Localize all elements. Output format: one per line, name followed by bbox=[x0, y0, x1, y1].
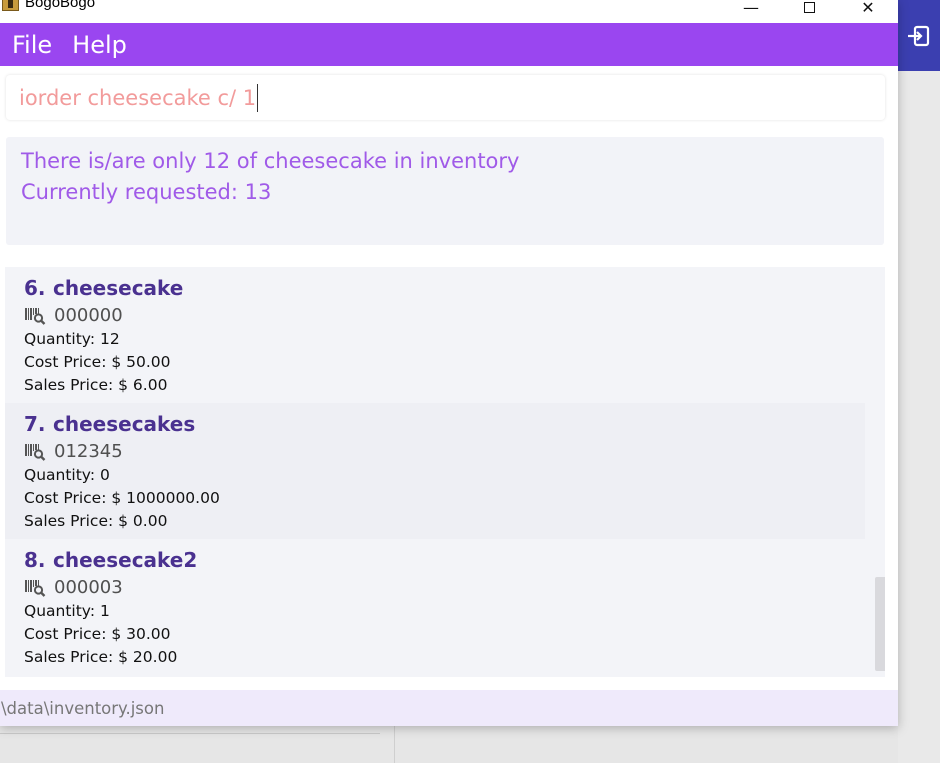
background-desktop bbox=[898, 0, 940, 763]
title-bar[interactable]: BogoBogo — ✕ bbox=[0, 0, 898, 23]
menu-help[interactable]: Help bbox=[60, 31, 127, 59]
item-title: 7. cheesecakes bbox=[24, 412, 865, 436]
sign-in-icon bbox=[908, 25, 930, 46]
item-sku-row: 000003 bbox=[24, 575, 865, 600]
barcode-search-icon bbox=[25, 443, 46, 461]
scrollbar-thumb[interactable] bbox=[875, 577, 885, 671]
close-icon: ✕ bbox=[861, 0, 875, 17]
item-sku-row: 000000 bbox=[24, 303, 865, 328]
result-display: There is/are only 12 of cheesecake in in… bbox=[6, 137, 884, 245]
item-sales-price: Sales Price: $ 20.00 bbox=[24, 648, 178, 666]
window-title: BogoBogo bbox=[25, 0, 96, 11]
item-sku-row: 012345 bbox=[24, 439, 865, 464]
list-item[interactable]: 7. cheesecakes 012345 Quantity: 0 Cost P… bbox=[5, 403, 865, 539]
item-sales-price: Sales Price: $ 6.00 bbox=[24, 376, 168, 394]
maximize-icon bbox=[803, 1, 815, 13]
item-index: 7. bbox=[24, 412, 46, 436]
item-name: cheesecake bbox=[53, 276, 184, 300]
menu-file[interactable]: File bbox=[0, 31, 52, 59]
status-bar: \data\inventory.json bbox=[0, 690, 898, 726]
item-title: 8. cheesecake2 bbox=[24, 548, 865, 572]
minimize-icon: — bbox=[743, 0, 759, 17]
item-list[interactable]: 6. cheesecake 000000 Quantity: 12 Cost P… bbox=[5, 267, 885, 677]
item-sku: 000000 bbox=[54, 305, 123, 326]
item-index: 6. bbox=[24, 276, 46, 300]
item-cost-price: Cost Price: $ 50.00 bbox=[24, 353, 171, 371]
item-quantity: Quantity: 12 bbox=[24, 330, 120, 348]
background-window-tab[interactable] bbox=[898, 0, 940, 71]
item-sales-price: Sales Price: $ 0.00 bbox=[24, 512, 168, 530]
command-input[interactable]: iorder cheesecake c/ 1 bbox=[6, 75, 885, 120]
result-message: Currently requested: 13 bbox=[21, 180, 272, 204]
item-sku: 012345 bbox=[54, 441, 123, 462]
minimize-button[interactable]: — bbox=[728, 0, 774, 22]
item-sku: 000003 bbox=[54, 577, 123, 598]
close-button[interactable]: ✕ bbox=[845, 0, 891, 22]
list-item[interactable]: 8. cheesecake2 000003 Quantity: 1 Cost P… bbox=[5, 539, 865, 675]
item-cost-price: Cost Price: $ 1000000.00 bbox=[24, 489, 220, 507]
list-item[interactable]: 6. cheesecake 000000 Quantity: 12 Cost P… bbox=[5, 267, 865, 403]
app-icon bbox=[2, 0, 19, 11]
status-file-path: \data\inventory.json bbox=[1, 698, 165, 718]
command-input-text: iorder cheesecake c/ 1 bbox=[19, 85, 257, 110]
item-quantity: Quantity: 0 bbox=[24, 466, 110, 484]
menu-bar: File Help bbox=[0, 23, 898, 66]
item-name: cheesecakes bbox=[53, 412, 196, 436]
background-window bbox=[0, 726, 898, 763]
item-quantity: Quantity: 1 bbox=[24, 602, 110, 620]
item-cost-price: Cost Price: $ 30.00 bbox=[24, 625, 171, 643]
item-title: 6. cheesecake bbox=[24, 276, 865, 300]
item-index: 8. bbox=[24, 548, 46, 572]
maximize-button[interactable] bbox=[786, 0, 832, 22]
barcode-search-icon bbox=[25, 307, 46, 325]
app-window: BogoBogo — ✕ File Help iorder cheesecake… bbox=[0, 0, 898, 726]
background-divider bbox=[0, 733, 380, 734]
barcode-search-icon bbox=[25, 579, 46, 597]
result-message: There is/are only 12 of cheesecake in in… bbox=[21, 149, 520, 173]
item-name: cheesecake2 bbox=[53, 548, 198, 572]
background-divider bbox=[394, 726, 395, 763]
text-caret bbox=[257, 83, 259, 112]
